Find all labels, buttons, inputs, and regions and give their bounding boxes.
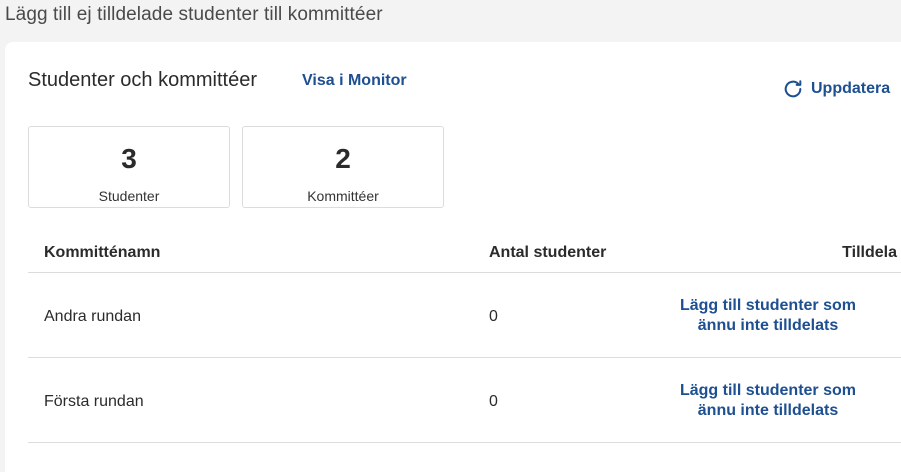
- student-count: 0: [489, 393, 498, 410]
- committees-count: 2: [335, 143, 351, 174]
- refresh-label: Uppdatera: [811, 80, 891, 97]
- header-committee-name: Kommitténamn: [44, 244, 161, 261]
- refresh-icon: [782, 78, 804, 100]
- add-unassigned-students-link[interactable]: Lägg till studenter som ännu inte tillde…: [668, 296, 868, 336]
- committees-stat-card: 2 Kommittéer: [242, 126, 444, 208]
- table-row: Första rundan 0 Lägg till studenter som …: [28, 358, 901, 443]
- students-label: Studenter: [98, 188, 160, 204]
- assign-link-line2: ännu inte tilldelats: [697, 402, 839, 419]
- committees-label: Kommittéer: [307, 188, 379, 204]
- add-unassigned-students-link[interactable]: Lägg till studenter som ännu inte tillde…: [668, 381, 868, 421]
- table-row: Andra rundan 0 Lägg till studenter som ä…: [28, 273, 901, 358]
- students-stat-card: 3 Studenter: [28, 126, 230, 208]
- card-title: Studenter och kommittéer: [28, 69, 257, 91]
- student-count: 0: [489, 308, 498, 325]
- committees-table: Kommitténamn Antal studenter Tilldela An…: [28, 228, 901, 443]
- assign-link-line2: ännu inte tilldelats: [697, 317, 839, 334]
- committee-name: Första rundan: [44, 393, 144, 410]
- committee-name: Andra rundan: [44, 308, 141, 325]
- view-in-monitor-link[interactable]: Visa i Monitor: [302, 72, 407, 90]
- assign-link-line1: Lägg till studenter som: [679, 382, 856, 399]
- assign-link-line1: Lägg till studenter som: [679, 297, 856, 314]
- page-title: Lägg till ej tilldelade studenter till k…: [5, 4, 383, 25]
- header-assign: Tilldela: [842, 244, 897, 261]
- refresh-button[interactable]: Uppdatera: [782, 77, 890, 101]
- students-committees-card: Studenter och kommittéer Visa i Monitor …: [5, 42, 901, 472]
- header-student-count: Antal studenter: [489, 244, 607, 261]
- table-header-row: Kommitténamn Antal studenter Tilldela: [28, 228, 901, 273]
- students-count: 3: [121, 143, 137, 174]
